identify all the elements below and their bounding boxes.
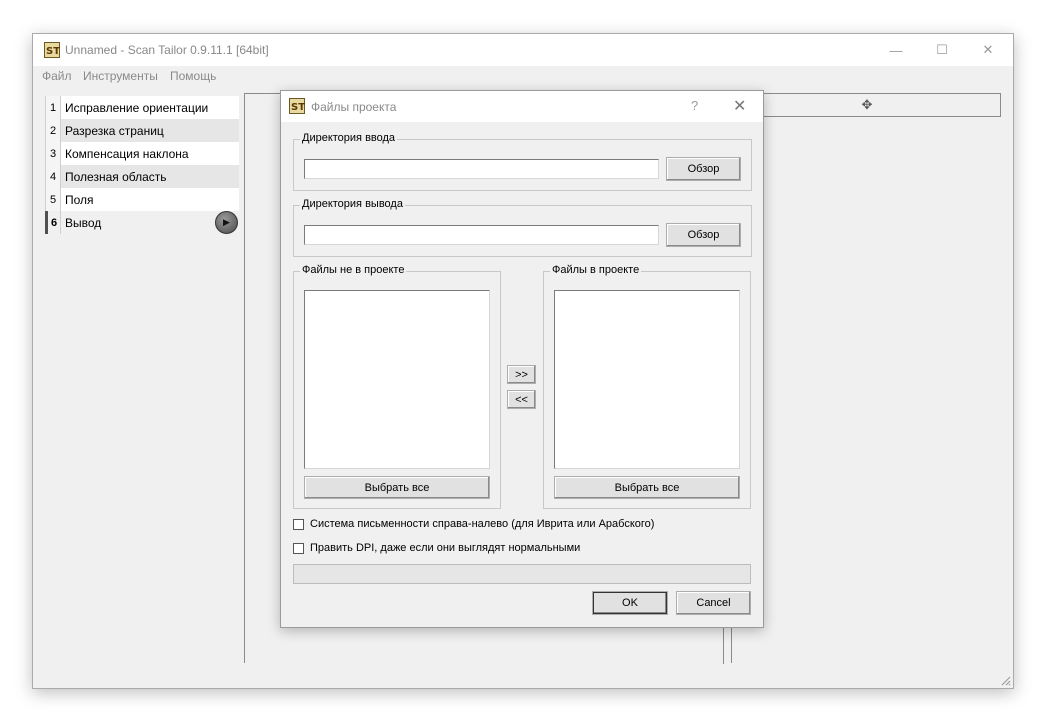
stage-number: 5 xyxy=(45,188,61,211)
dialog-title: Файлы проекта xyxy=(311,100,397,114)
ok-button[interactable]: OK xyxy=(592,591,668,615)
thumbnail-pane: ✥ xyxy=(731,93,1001,663)
fix-dpi-checkbox-row[interactable]: Править DPI, даже если они выглядят норм… xyxy=(293,542,580,554)
stage-label: Вывод xyxy=(65,215,102,230)
app-icon: ST xyxy=(289,98,305,114)
title-bar: ST Unnamed - Scan Tailor 0.9.11.1 [64bit… xyxy=(33,34,1013,66)
stage-label: Компенсация наклона xyxy=(65,146,189,161)
close-button[interactable]: ✕ xyxy=(965,34,1011,66)
progress-bar xyxy=(293,564,751,584)
fix-dpi-checkbox-label: Править DPI, даже если они выглядят норм… xyxy=(310,542,581,554)
output-dir-group: Директория вывода Обзор xyxy=(293,198,752,257)
maximize-button[interactable]: ☐ xyxy=(919,34,965,66)
add-files-button[interactable]: >> xyxy=(507,365,536,384)
stage-item-deskew[interactable]: 3 Компенсация наклона xyxy=(45,142,239,165)
remove-files-button[interactable]: << xyxy=(507,390,536,409)
stage-label: Исправление ориентации xyxy=(65,100,209,115)
resize-grip-icon[interactable] xyxy=(999,674,1011,686)
svg-text:ST: ST xyxy=(291,102,305,113)
menu-file[interactable]: Файл xyxy=(42,69,72,83)
stage-list: 1 Исправление ориентации 2 Разрезка стра… xyxy=(45,96,239,234)
menu-tools[interactable]: Инструменты xyxy=(83,69,158,83)
menu-help[interactable]: Помощь xyxy=(170,69,216,83)
dialog-close-button[interactable]: ✕ xyxy=(733,96,746,116)
play-icon[interactable]: ▶ xyxy=(215,211,238,234)
output-dir-title: Директория вывода xyxy=(300,198,405,210)
rtl-checkbox[interactable] xyxy=(293,518,304,530)
dialog-title-bar: ST Файлы проекта ? ✕ xyxy=(281,91,763,122)
stage-label: Разрезка страниц xyxy=(65,123,164,138)
files-in-list[interactable] xyxy=(554,290,740,469)
stage-number: 6 xyxy=(45,211,61,234)
stage-item-orientation[interactable]: 1 Исправление ориентации xyxy=(45,96,239,119)
stage-item-output[interactable]: 6 Вывод ▶ xyxy=(45,211,239,234)
stage-number: 3 xyxy=(45,142,61,165)
move-icon[interactable]: ✥ xyxy=(860,98,874,112)
stage-item-content-area[interactable]: 4 Полезная область xyxy=(45,165,239,188)
stage-label: Полезная область xyxy=(65,169,167,184)
stage-number: 1 xyxy=(45,96,61,119)
cancel-button[interactable]: Cancel xyxy=(676,591,751,615)
project-files-dialog: ST Файлы проекта ? ✕ Директория ввода Об… xyxy=(280,90,764,628)
input-dir-group: Директория ввода Обзор xyxy=(293,132,752,191)
window-title: Unnamed - Scan Tailor 0.9.11.1 [64bit] xyxy=(65,43,269,57)
stage-label: Поля xyxy=(65,192,94,207)
rtl-checkbox-label: Система письменности справа-налево (для … xyxy=(310,518,655,530)
stage-number: 4 xyxy=(45,165,61,188)
output-dir-browse-button[interactable]: Обзор xyxy=(666,223,741,247)
menu-bar: Файл Инструменты Помощь xyxy=(33,66,1013,86)
files-out-list[interactable] xyxy=(304,290,490,469)
stage-item-margins[interactable]: 5 Поля xyxy=(45,188,239,211)
files-out-title: Файлы не в проекте xyxy=(300,264,407,276)
files-out-select-all-button[interactable]: Выбрать все xyxy=(304,476,490,499)
files-in-select-all-button[interactable]: Выбрать все xyxy=(554,476,740,499)
minimize-button[interactable]: — xyxy=(873,34,919,66)
input-dir-field[interactable] xyxy=(304,159,659,179)
files-in-group: Файлы в проекте Выбрать все xyxy=(543,264,751,509)
svg-text:ST: ST xyxy=(46,46,60,57)
pane-divider xyxy=(723,628,724,664)
app-icon: ST xyxy=(44,42,60,58)
output-dir-field[interactable] xyxy=(304,225,659,245)
stage-number: 2 xyxy=(45,119,61,142)
stage-item-split-pages[interactable]: 2 Разрезка страниц xyxy=(45,119,239,142)
files-in-title: Файлы в проекте xyxy=(550,264,642,276)
help-button[interactable]: ? xyxy=(691,98,698,113)
input-dir-browse-button[interactable]: Обзор xyxy=(666,157,741,181)
input-dir-title: Директория ввода xyxy=(300,132,398,144)
fix-dpi-checkbox[interactable] xyxy=(293,542,304,554)
rtl-checkbox-row[interactable]: Система письменности справа-налево (для … xyxy=(293,518,654,530)
files-out-group: Файлы не в проекте Выбрать все xyxy=(293,264,501,509)
thumbnail-header: ✥ xyxy=(732,93,1001,117)
